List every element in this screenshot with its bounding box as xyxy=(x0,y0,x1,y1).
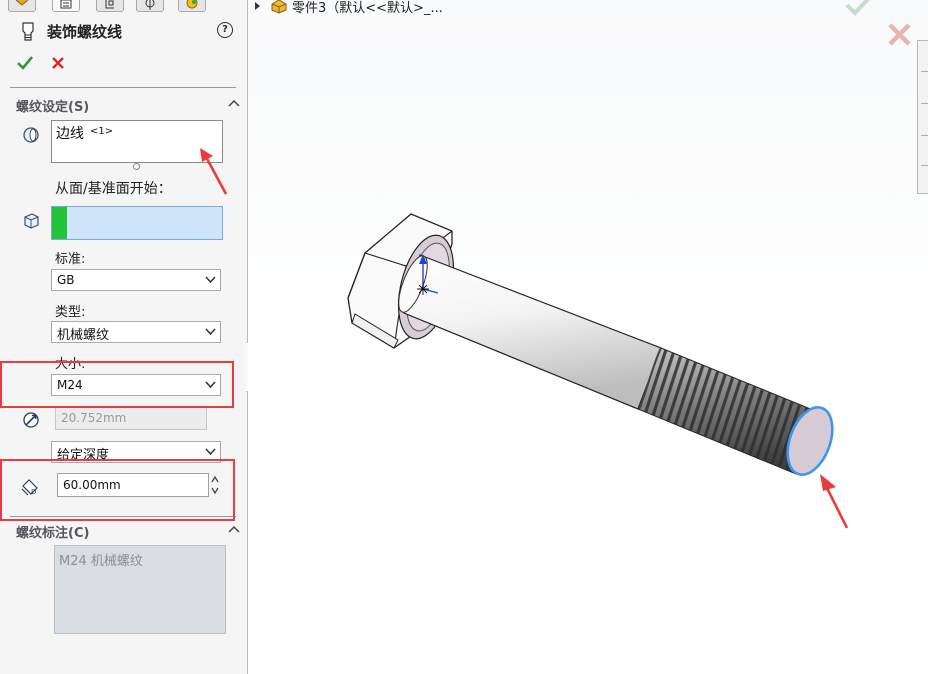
size-highlight-frame xyxy=(0,361,234,408)
circular-edge-icon xyxy=(23,127,39,143)
tab-dimxpert-manager[interactable] xyxy=(136,0,164,12)
cosmetic-thread-icon xyxy=(22,22,34,41)
type-select[interactable]: 机械螺纹 xyxy=(51,321,221,343)
standard-label: 标准: xyxy=(55,252,86,267)
minor-diameter-icon xyxy=(23,412,39,428)
page-title: 装饰螺纹线 xyxy=(47,23,123,41)
property-manager-panel: 装饰螺纹线 ? 螺纹设定(S) 边线 <1> 从面/基准面开始： 标准: GB … xyxy=(0,0,248,674)
feature-tree-icon xyxy=(15,0,29,6)
edge-selection-index: <1> xyxy=(90,126,114,137)
property-manager-icon xyxy=(60,0,72,9)
bolt-3d-model[interactable] xyxy=(248,0,928,674)
ok-button[interactable] xyxy=(16,55,34,71)
help-button[interactable]: ? xyxy=(217,22,233,38)
start-face-label: 从面/基准面开始： xyxy=(55,181,172,197)
tab-display-manager[interactable] xyxy=(178,0,206,12)
collapse-chevron-up-icon[interactable] xyxy=(228,525,240,533)
minor-diameter-field: 20.752mm xyxy=(55,406,207,430)
selection-color-swatch xyxy=(52,207,67,239)
display-manager-icon xyxy=(186,0,198,9)
type-label: 类型: xyxy=(55,305,86,320)
standard-value: GB xyxy=(57,273,75,287)
annotation-arrow-edge-box xyxy=(200,148,228,195)
tab-property-manager[interactable] xyxy=(52,0,80,12)
thread-callout-value: M24 机械螺纹 xyxy=(59,554,143,569)
collapse-chevron-up-icon[interactable] xyxy=(228,99,240,107)
dimxpert-icon xyxy=(145,0,155,10)
standard-select[interactable]: GB xyxy=(51,269,221,291)
panel-tab-strip xyxy=(0,0,247,12)
resize-grip[interactable] xyxy=(133,163,140,170)
start-face-selection-box[interactable] xyxy=(51,206,223,240)
thread-callout-header[interactable]: 螺纹标注(C) xyxy=(16,522,89,541)
cancel-button[interactable] xyxy=(51,56,65,70)
bolt-shank[interactable] xyxy=(403,254,662,410)
depth-highlight-frame xyxy=(0,459,235,521)
annotation-arrow-end-face xyxy=(820,474,849,529)
divider xyxy=(10,87,236,88)
chevron-down-icon xyxy=(205,276,216,284)
graphics-viewport[interactable]: 零件3（默认<<默认>_... xyxy=(248,0,928,674)
minor-diameter-value: 20.752mm xyxy=(61,411,127,425)
thread-settings-header[interactable]: 螺纹设定(S) xyxy=(16,96,89,115)
thread-callout-textbox[interactable]: M24 机械螺纹 xyxy=(54,545,226,634)
tab-feature-manager[interactable] xyxy=(8,0,36,12)
tab-configuration-manager[interactable] xyxy=(96,0,124,12)
type-value: 机械螺纹 xyxy=(57,328,110,343)
chevron-down-icon xyxy=(205,448,216,456)
feature-title-row: 装饰螺纹线 ? xyxy=(0,18,247,46)
face-plane-icon xyxy=(24,213,39,229)
chevron-down-icon xyxy=(205,328,216,336)
configuration-icon xyxy=(105,0,114,9)
edge-selection-label: 边线 xyxy=(56,126,84,142)
